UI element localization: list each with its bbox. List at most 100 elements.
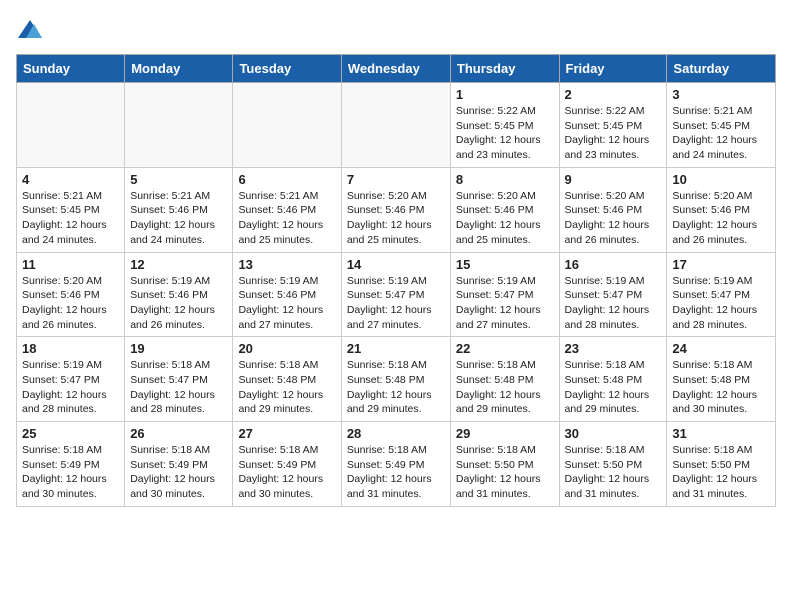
day-number: 8: [456, 172, 554, 187]
header: [16, 16, 776, 44]
calendar-cell: 21 Sunrise: 5:18 AM Sunset: 5:48 PM Dayli…: [341, 337, 450, 422]
calendar-cell: [125, 83, 233, 168]
day-number: 29: [456, 426, 554, 441]
day-info: Sunrise: 5:21 AM Sunset: 5:45 PM Dayligh…: [672, 104, 770, 163]
calendar-cell: 5 Sunrise: 5:21 AM Sunset: 5:46 PM Daylig…: [125, 167, 233, 252]
day-info: Sunrise: 5:19 AM Sunset: 5:47 PM Dayligh…: [347, 274, 445, 333]
day-info: Sunrise: 5:21 AM Sunset: 5:46 PM Dayligh…: [238, 189, 335, 248]
day-info: Sunrise: 5:18 AM Sunset: 5:48 PM Dayligh…: [238, 358, 335, 417]
day-info: Sunrise: 5:18 AM Sunset: 5:50 PM Dayligh…: [456, 443, 554, 502]
day-number: 31: [672, 426, 770, 441]
calendar-table: SundayMondayTuesdayWednesdayThursdayFrid…: [16, 54, 776, 507]
day-info: Sunrise: 5:21 AM Sunset: 5:46 PM Dayligh…: [130, 189, 227, 248]
day-number: 26: [130, 426, 227, 441]
calendar-cell: 28 Sunrise: 5:18 AM Sunset: 5:49 PM Dayli…: [341, 422, 450, 507]
calendar-cell: 17 Sunrise: 5:19 AM Sunset: 5:47 PM Dayli…: [667, 252, 776, 337]
day-number: 2: [565, 87, 662, 102]
day-number: 21: [347, 341, 445, 356]
calendar-week-row: 11Sunrise: 5:20 AM Sunset: 5:46 PM Dayli…: [17, 252, 776, 337]
calendar-week-row: 25 Sunrise: 5:18 AM Sunset: 5:49 PM Dayli…: [17, 422, 776, 507]
calendar-cell: 19 Sunrise: 5:18 AM Sunset: 5:47 PM Dayli…: [125, 337, 233, 422]
calendar-cell: 10 Sunrise: 5:20 AM Sunset: 5:46 PM Dayli…: [667, 167, 776, 252]
logo-icon: [16, 16, 44, 44]
calendar-cell: 18Sunrise: 5:19 AM Sunset: 5:47 PM Dayli…: [17, 337, 125, 422]
day-info: Sunrise: 5:19 AM Sunset: 5:46 PM Dayligh…: [130, 274, 227, 333]
day-info: Sunrise: 5:22 AM Sunset: 5:45 PM Dayligh…: [565, 104, 662, 163]
calendar-header-monday: Monday: [125, 55, 233, 83]
calendar-week-row: 4 Sunrise: 5:21 AM Sunset: 5:45 PM Daylig…: [17, 167, 776, 252]
day-number: 6: [238, 172, 335, 187]
day-number: 20: [238, 341, 335, 356]
day-info: Sunrise: 5:21 AM Sunset: 5:45 PM Dayligh…: [22, 189, 119, 248]
day-number: 27: [238, 426, 335, 441]
day-info: Sunrise: 5:18 AM Sunset: 5:47 PM Dayligh…: [130, 358, 227, 417]
day-number: 10: [672, 172, 770, 187]
day-number: 22: [456, 341, 554, 356]
day-info: Sunrise: 5:18 AM Sunset: 5:48 PM Dayligh…: [565, 358, 662, 417]
day-number: 15: [456, 257, 554, 272]
day-number: 28: [347, 426, 445, 441]
day-number: 30: [565, 426, 662, 441]
day-info: Sunrise: 5:20 AM Sunset: 5:46 PM Dayligh…: [456, 189, 554, 248]
day-number: 25: [22, 426, 119, 441]
day-info: Sunrise: 5:18 AM Sunset: 5:49 PM Dayligh…: [22, 443, 119, 502]
calendar-cell: 30 Sunrise: 5:18 AM Sunset: 5:50 PM Dayli…: [559, 422, 667, 507]
day-info: Sunrise: 5:18 AM Sunset: 5:50 PM Dayligh…: [672, 443, 770, 502]
calendar-header-saturday: Saturday: [667, 55, 776, 83]
calendar-header-thursday: Thursday: [450, 55, 559, 83]
page-container: SundayMondayTuesdayWednesdayThursdayFrid…: [0, 0, 792, 515]
day-number: 1: [456, 87, 554, 102]
calendar-cell: 1 Sunrise: 5:22 AM Sunset: 5:45 PM Daylig…: [450, 83, 559, 168]
day-info: Sunrise: 5:18 AM Sunset: 5:50 PM Dayligh…: [565, 443, 662, 502]
calendar-cell: 25 Sunrise: 5:18 AM Sunset: 5:49 PM Dayli…: [17, 422, 125, 507]
day-info: Sunrise: 5:19 AM Sunset: 5:46 PM Dayligh…: [238, 274, 335, 333]
calendar-cell: 31 Sunrise: 5:18 AM Sunset: 5:50 PM Dayli…: [667, 422, 776, 507]
day-info: Sunrise: 5:19 AM Sunset: 5:47 PM Dayligh…: [672, 274, 770, 333]
calendar-cell: 3 Sunrise: 5:21 AM Sunset: 5:45 PM Daylig…: [667, 83, 776, 168]
day-info: Sunrise: 5:18 AM Sunset: 5:48 PM Dayligh…: [456, 358, 554, 417]
calendar-cell: [17, 83, 125, 168]
day-info: Sunrise: 5:22 AM Sunset: 5:45 PM Dayligh…: [456, 104, 554, 163]
calendar-cell: 13Sunrise: 5:19 AM Sunset: 5:46 PM Dayli…: [233, 252, 341, 337]
calendar-cell: [233, 83, 341, 168]
day-info: Sunrise: 5:20 AM Sunset: 5:46 PM Dayligh…: [672, 189, 770, 248]
calendar-cell: 29 Sunrise: 5:18 AM Sunset: 5:50 PM Dayli…: [450, 422, 559, 507]
day-info: Sunrise: 5:18 AM Sunset: 5:49 PM Dayligh…: [347, 443, 445, 502]
calendar-cell: 4 Sunrise: 5:21 AM Sunset: 5:45 PM Daylig…: [17, 167, 125, 252]
calendar-cell: 20 Sunrise: 5:18 AM Sunset: 5:48 PM Dayli…: [233, 337, 341, 422]
day-info: Sunrise: 5:18 AM Sunset: 5:48 PM Dayligh…: [672, 358, 770, 417]
day-number: 17: [672, 257, 770, 272]
day-number: 19: [130, 341, 227, 356]
calendar-cell: 2 Sunrise: 5:22 AM Sunset: 5:45 PM Daylig…: [559, 83, 667, 168]
day-number: 12: [130, 257, 227, 272]
calendar-cell: 26Sunrise: 5:18 AM Sunset: 5:49 PM Dayli…: [125, 422, 233, 507]
day-number: 16: [565, 257, 662, 272]
calendar-week-row: 18Sunrise: 5:19 AM Sunset: 5:47 PM Dayli…: [17, 337, 776, 422]
day-number: 4: [22, 172, 119, 187]
day-info: Sunrise: 5:18 AM Sunset: 5:48 PM Dayligh…: [347, 358, 445, 417]
calendar-header-friday: Friday: [559, 55, 667, 83]
calendar-header-row: SundayMondayTuesdayWednesdayThursdayFrid…: [17, 55, 776, 83]
day-info: Sunrise: 5:18 AM Sunset: 5:49 PM Dayligh…: [238, 443, 335, 502]
day-info: Sunrise: 5:20 AM Sunset: 5:46 PM Dayligh…: [565, 189, 662, 248]
calendar-cell: 16 Sunrise: 5:19 AM Sunset: 5:47 PM Dayli…: [559, 252, 667, 337]
day-number: 23: [565, 341, 662, 356]
day-info: Sunrise: 5:19 AM Sunset: 5:47 PM Dayligh…: [456, 274, 554, 333]
day-number: 18: [22, 341, 119, 356]
calendar-cell: 6 Sunrise: 5:21 AM Sunset: 5:46 PM Daylig…: [233, 167, 341, 252]
day-number: 7: [347, 172, 445, 187]
calendar-cell: 8 Sunrise: 5:20 AM Sunset: 5:46 PM Daylig…: [450, 167, 559, 252]
day-number: 14: [347, 257, 445, 272]
calendar-header-wednesday: Wednesday: [341, 55, 450, 83]
calendar-cell: 15 Sunrise: 5:19 AM Sunset: 5:47 PM Dayli…: [450, 252, 559, 337]
calendar-cell: 12 Sunrise: 5:19 AM Sunset: 5:46 PM Dayli…: [125, 252, 233, 337]
calendar-cell: 23 Sunrise: 5:18 AM Sunset: 5:48 PM Dayli…: [559, 337, 667, 422]
day-number: 5: [130, 172, 227, 187]
calendar-cell: [341, 83, 450, 168]
calendar-cell: 24Sunrise: 5:18 AM Sunset: 5:48 PM Dayli…: [667, 337, 776, 422]
day-info: Sunrise: 5:19 AM Sunset: 5:47 PM Dayligh…: [565, 274, 662, 333]
logo: [16, 16, 48, 44]
day-number: 11: [22, 257, 119, 272]
calendar-header-sunday: Sunday: [17, 55, 125, 83]
day-number: 3: [672, 87, 770, 102]
